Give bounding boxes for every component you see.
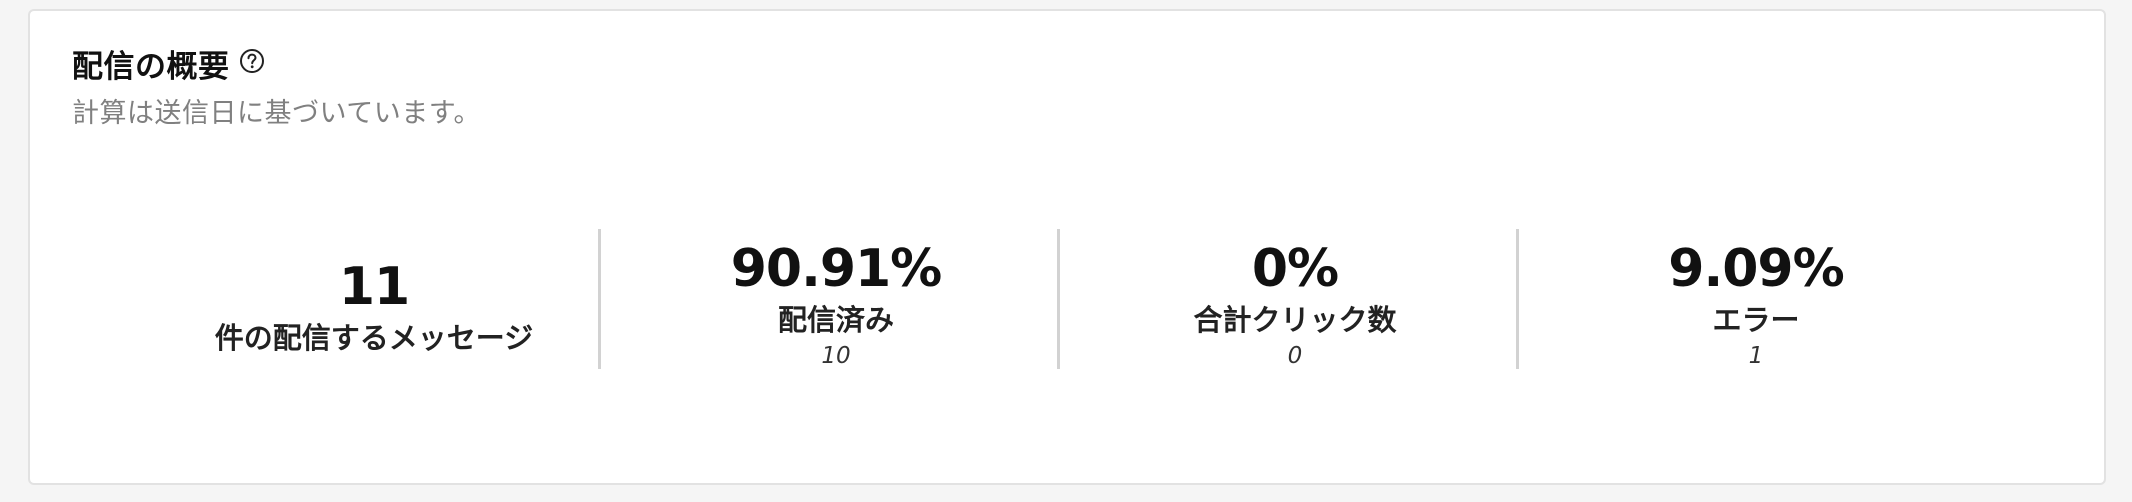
stat-value: 0% [1251, 239, 1339, 299]
card-title: 配信の概要 [72, 48, 230, 85]
stat-total-clicks: 0% 合計クリック数 0 [1085, 229, 1505, 369]
card-subtitle: 計算は送信日に基づいています。 [72, 98, 481, 129]
stat-divider [1516, 229, 1519, 369]
stat-messages-sent: 11 件の配信するメッセージ [164, 229, 584, 369]
card-header: 配信の概要 計算は送信日に基づいています。 [72, 41, 481, 130]
stat-errors: 9.09% エラー 1 [1546, 229, 1966, 369]
stat-value: 9.09% [1668, 239, 1844, 299]
stats-row: 11 件の配信するメッセージ 90.91% 配信済み 10 0% 合計クリック数… [30, 229, 2104, 369]
stat-label: エラー [1712, 303, 1800, 337]
stat-label: 件の配信するメッセージ [214, 321, 534, 355]
stat-label: 合計クリック数 [1193, 303, 1397, 337]
stat-divider [1057, 229, 1060, 369]
stat-count: 0 [1287, 343, 1303, 369]
title-row: 配信の概要 [72, 41, 481, 85]
stat-label: 配信済み [777, 303, 894, 337]
stat-delivered: 90.91% 配信済み 10 [626, 229, 1046, 369]
stat-value: 90.91% [730, 239, 943, 299]
delivery-summary-card: 配信の概要 計算は送信日に基づいています。 11 件の配信するメッセージ 90.… [28, 9, 2106, 485]
stat-count: 1 [1748, 343, 1764, 369]
stat-divider [598, 229, 601, 369]
question-circle-icon[interactable] [238, 47, 266, 75]
stat-count: 10 [821, 343, 851, 369]
stat-value: 11 [338, 257, 410, 317]
